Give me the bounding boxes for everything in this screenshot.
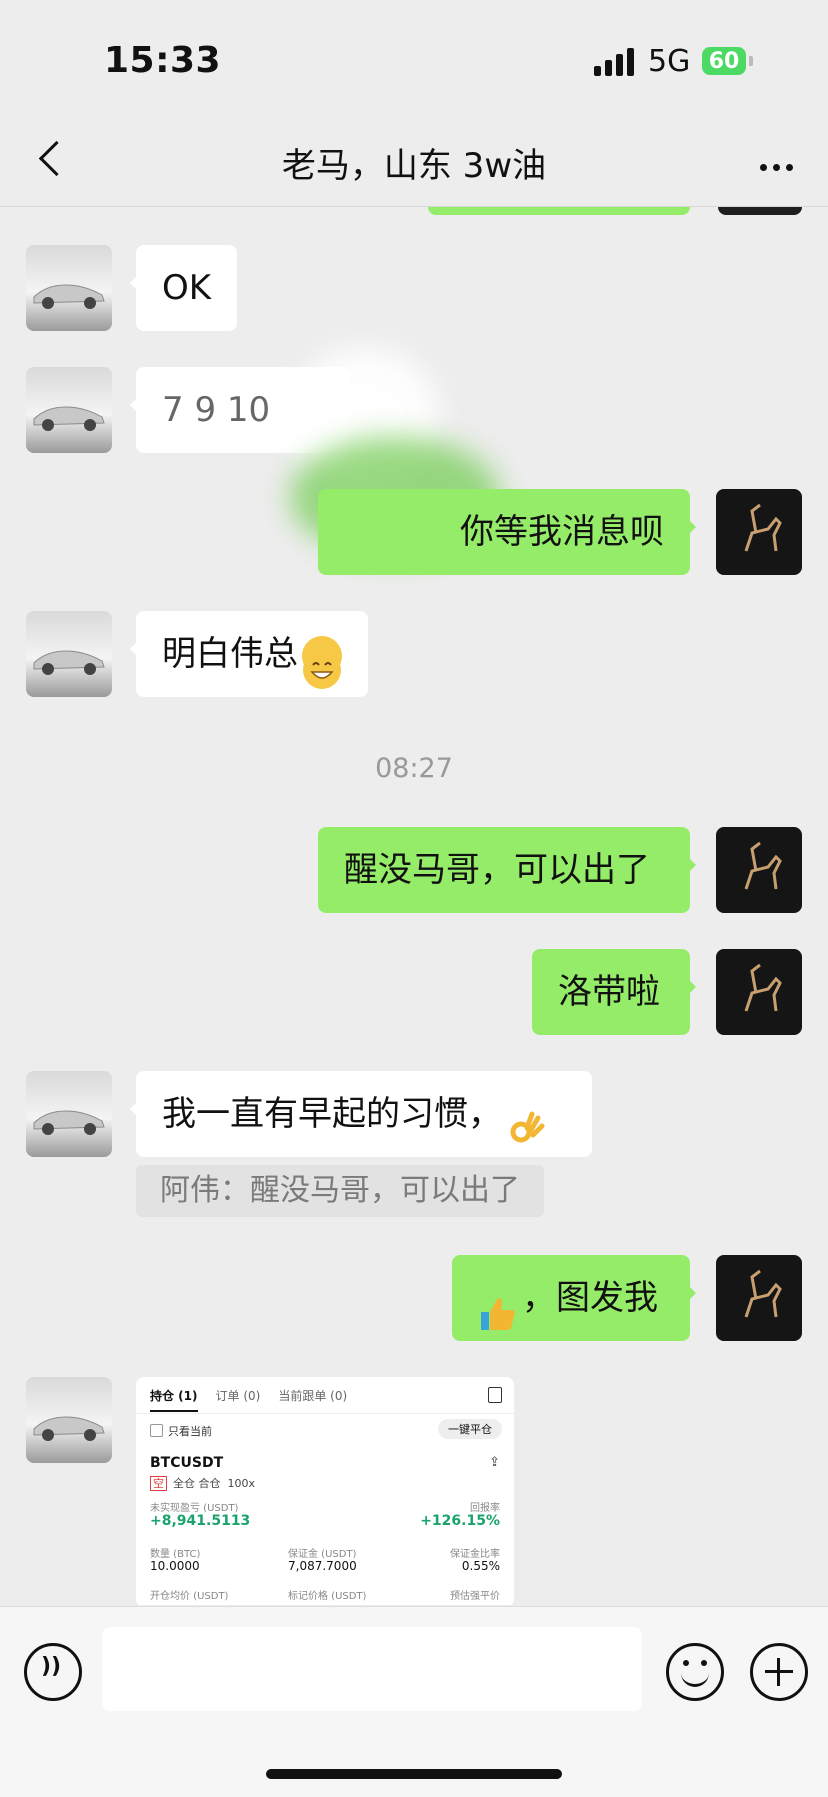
battery-tip: [749, 56, 753, 66]
entry-price-label: 开仓均价 (USDT): [150, 1591, 229, 1602]
roe-value: +126.15%: [420, 1513, 500, 1529]
message-text: 醒没马哥，可以出了: [344, 850, 650, 890]
status-bar: 15:33 5G 60: [0, 0, 828, 110]
user-avatar[interactable]: [716, 489, 802, 575]
symbol-label: BTCUSDT: [150, 1455, 224, 1471]
contact-avatar[interactable]: [26, 1071, 112, 1157]
leverage-tag: 100x: [227, 1477, 256, 1490]
message-text: 7 9 10: [162, 390, 271, 430]
previous-avatar[interactable]: [718, 207, 802, 215]
mark-price-label: 标记价格 (USDT): [288, 1591, 367, 1602]
voice-icon[interactable]: [24, 1643, 82, 1701]
more-icon[interactable]: [757, 154, 796, 171]
tab-orders: 订单 (0): [215, 1389, 261, 1403]
checkbox-icon: [150, 1424, 163, 1437]
contact-avatar[interactable]: [26, 245, 112, 331]
margin-label: 保证金 (USDT): [288, 1549, 357, 1560]
card-divider: [136, 1413, 514, 1414]
card-tabs: 持仓 (1) 订单 (0) 当前跟单 (0): [150, 1387, 347, 1412]
input-bar: [0, 1606, 828, 1797]
document-icon: [488, 1387, 502, 1403]
network-type: 5G: [648, 44, 691, 79]
message-bubble[interactable]: 明白伟总: [130, 611, 368, 697]
message-input[interactable]: [102, 1627, 642, 1711]
share-icon: ⇪: [489, 1455, 500, 1470]
message-list[interactable]: OK 7 9 10 你等我消息呗 明白伟总 08:27 醒没马哥，可以出了 洛带…: [0, 207, 828, 1605]
message-bubble[interactable]: 醒没马哥，可以出了: [318, 827, 696, 913]
user-avatar[interactable]: [716, 1255, 802, 1341]
chat-header: 老马，山东 3w油: [0, 110, 828, 207]
battery-icon: 60: [702, 47, 746, 75]
user-avatar[interactable]: [716, 827, 802, 913]
contact-avatar[interactable]: [26, 611, 112, 697]
margin-ratio-value: 0.55%: [461, 1559, 500, 1573]
thumbs-up-emoji: [478, 1280, 518, 1330]
roe-label: 回报率: [470, 1503, 500, 1514]
tab-positions: 持仓 (1): [150, 1387, 198, 1412]
emoji-icon[interactable]: [666, 1643, 724, 1701]
margin-tag: 全仓 合仓: [173, 1477, 221, 1490]
position-tags: 空全仓 合仓 100x: [150, 1475, 255, 1491]
time-divider: 08:27: [375, 753, 453, 784]
tab-copy-trading: 当前跟单 (0): [278, 1389, 348, 1403]
message-text: 你等我消息呗: [460, 512, 664, 552]
battery-level: 60: [708, 48, 740, 74]
ok-hand-emoji: [506, 1096, 546, 1142]
qty-label: 数量 (BTC): [150, 1549, 201, 1560]
image-message[interactable]: 持仓 (1) 订单 (0) 当前跟单 (0) 只看当前 一键平仓 BTCUSDT…: [136, 1377, 514, 1605]
contact-avatar[interactable]: [26, 1377, 112, 1463]
signal-icon: [594, 48, 636, 76]
message-bubble[interactable]: OK: [129, 245, 238, 331]
pnl-label: 未实现盈亏 (USDT): [150, 1503, 239, 1514]
short-tag: 空: [150, 1476, 167, 1491]
message-text: ，图发我: [522, 1278, 658, 1318]
close-all-label: 一键平仓: [438, 1419, 502, 1439]
qty-value: 10.0000: [150, 1559, 200, 1573]
checkbox-label: 只看当前: [168, 1425, 212, 1438]
message-bubble[interactable]: 洛带啦: [532, 949, 696, 1035]
message-text: 洛带啦: [558, 972, 660, 1012]
clock: 15:33: [104, 40, 222, 81]
home-indicator: [266, 1769, 562, 1779]
message-text: 我一直有早起的习惯，: [162, 1094, 502, 1134]
message-bubble[interactable]: ，图发我: [452, 1255, 696, 1341]
margin-ratio-label: 保证金比率: [450, 1549, 500, 1560]
chat-title: 老马，山东 3w油: [281, 146, 547, 186]
previous-message-bubble[interactable]: [428, 207, 690, 215]
message-bubble[interactable]: 我一直有早起的习惯，: [130, 1071, 592, 1157]
message-bubble[interactable]: 你等我消息呗: [318, 489, 696, 575]
grinning-face-emoji: [302, 635, 342, 689]
message-text: OK: [162, 268, 212, 308]
user-avatar[interactable]: [716, 949, 802, 1035]
plus-icon[interactable]: [750, 1643, 808, 1701]
message-text: 明白伟总: [162, 634, 298, 674]
pnl-value: +8,941.5113: [150, 1513, 251, 1529]
liq-price-label: 预估强平价: [450, 1591, 500, 1602]
contact-avatar[interactable]: [26, 367, 112, 453]
quoted-message[interactable]: 阿伟：醒没马哥，可以出了: [136, 1165, 544, 1217]
margin-value: 7,087.7000: [288, 1559, 357, 1573]
